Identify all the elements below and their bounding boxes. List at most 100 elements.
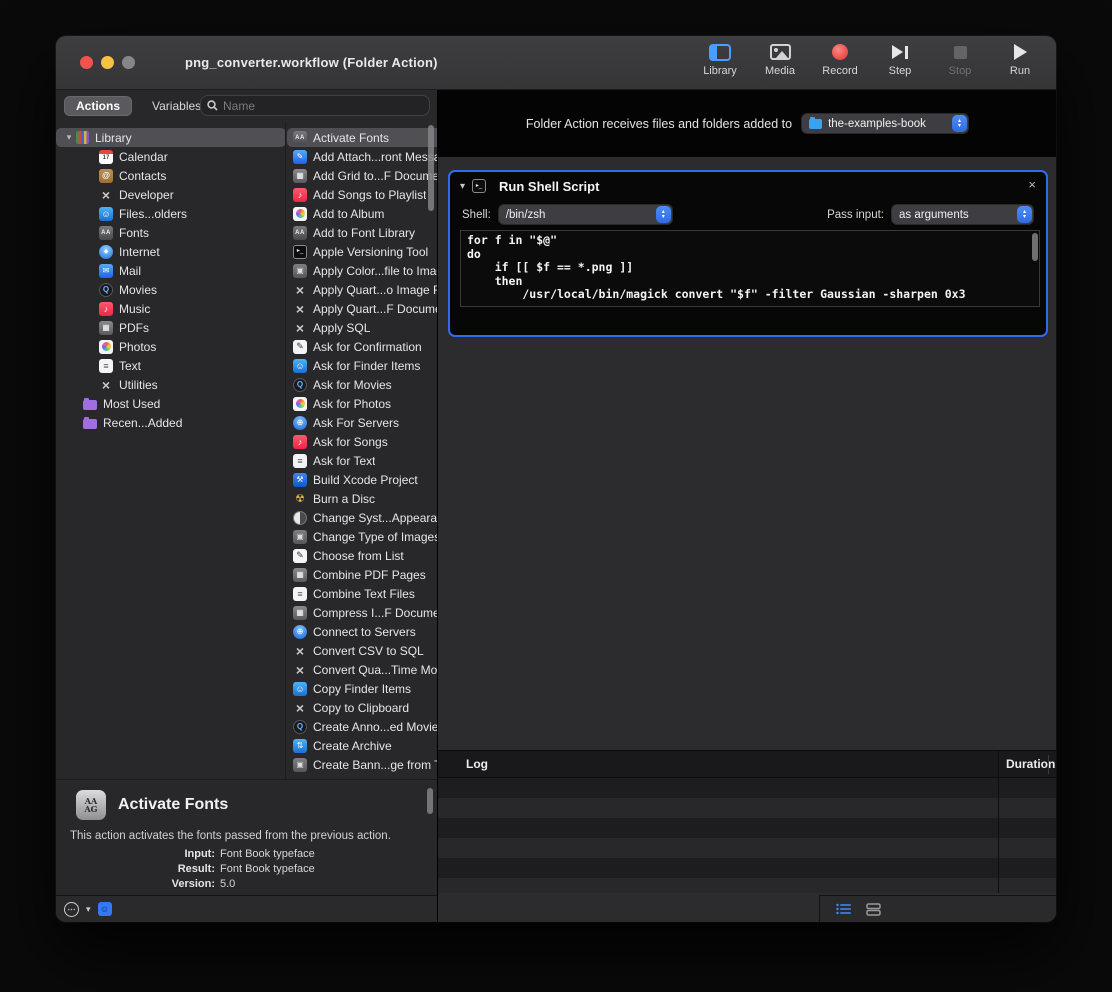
action-list-item[interactable]: Add Songs to Playlist	[287, 185, 437, 204]
action-menu-icon[interactable]: ⋯	[64, 902, 79, 917]
media-button[interactable]: Media	[758, 42, 802, 77]
run-shell-script-action[interactable]: ▾ Run Shell Script × Shell: /bin/zsh ▴▾ …	[448, 170, 1048, 337]
sidebar-item[interactable]: Mail	[56, 261, 286, 280]
log-row	[438, 878, 1056, 893]
code-scrollbar[interactable]	[1032, 233, 1038, 261]
search-field[interactable]	[200, 95, 430, 116]
contacts-icon	[99, 169, 113, 183]
sidebar-item[interactable]: PDFs	[56, 318, 286, 337]
action-list-item[interactable]: Add to Font Library	[287, 223, 437, 242]
description-scrollbar[interactable]	[427, 788, 433, 814]
action-list-item[interactable]: Ask for Songs	[287, 432, 437, 451]
search-icon	[207, 100, 218, 111]
action-list-item[interactable]: Activate Fonts	[287, 128, 437, 147]
media-browser-icon[interactable]: ☺	[98, 902, 112, 916]
action-list-item[interactable]: Ask for Photos	[287, 394, 437, 413]
column-divider	[1048, 755, 1049, 774]
action-list-item[interactable]: Connect to Servers	[287, 622, 437, 641]
pass-input-label: Pass input:	[827, 209, 884, 221]
log-list-view-icon[interactable]	[836, 903, 852, 915]
action-list-item[interactable]: Apply Quart...F Documents	[287, 299, 437, 318]
sidebar-item[interactable]: Developer	[56, 185, 286, 204]
photos-icon	[99, 340, 113, 354]
text-icon	[293, 454, 307, 468]
calendar-icon	[99, 150, 113, 164]
chevron-down-icon[interactable]: ▾	[62, 132, 76, 143]
shell-popup[interactable]: /bin/zsh ▴▾	[498, 204, 673, 225]
log-column-header[interactable]: Log	[466, 757, 488, 771]
sidebar-item[interactable]: Files...olders	[56, 204, 286, 223]
action-list-item[interactable]: Add Grid to...F Documents	[287, 166, 437, 185]
utilities-icon	[293, 663, 307, 677]
action-list-item[interactable]: Change Syst...Appearance	[287, 508, 437, 527]
record-button[interactable]: Record	[818, 42, 862, 77]
action-list-item[interactable]: Compress I...F Documents	[287, 603, 437, 622]
archive-icon	[293, 739, 307, 753]
sidebar-item[interactable]: Utilities	[56, 375, 286, 394]
sidebar-item[interactable]: Music	[56, 299, 286, 318]
actions-scrollbar[interactable]	[428, 125, 434, 211]
pass-input-popup[interactable]: as arguments ▴▾	[891, 204, 1034, 225]
folder-select-popup[interactable]: the-examples-book ▴▾	[801, 113, 969, 134]
sidebar-item[interactable]: Movies	[56, 280, 286, 299]
shell-script-editor[interactable]: for f in "$@" do if [[ $f == *.png ]] th…	[460, 230, 1040, 307]
action-list-item[interactable]: Copy Finder Items	[287, 679, 437, 698]
minimize-window-button[interactable]	[101, 56, 114, 69]
action-list-item[interactable]: Create Anno...ed Movie File	[287, 717, 437, 736]
folder-action-label: Folder Action receives files and folders…	[526, 117, 792, 131]
action-list-item[interactable]: Create Archive	[287, 736, 437, 755]
sidebar-item[interactable]: Recen...Added	[56, 413, 286, 432]
action-list-item[interactable]: Apply SQL	[287, 318, 437, 337]
action-list-item[interactable]: Choose from List	[287, 546, 437, 565]
sidebar-item[interactable]: ▾ Library	[56, 128, 286, 147]
action-list-item[interactable]: Convert Qua...Time Movies	[287, 660, 437, 679]
sidebar-item[interactable]: Calendar	[56, 147, 286, 166]
sidebar-item[interactable]: Fonts	[56, 223, 286, 242]
log-panels-view-icon[interactable]	[866, 903, 882, 916]
log-rows	[438, 778, 1056, 893]
chevron-down-icon[interactable]: ▾	[86, 904, 91, 915]
sidebar-item[interactable]: Internet	[56, 242, 286, 261]
action-list-item[interactable]: Change Type of Images	[287, 527, 437, 546]
fontbook-icon	[293, 131, 307, 145]
action-list-item[interactable]: Ask for Text	[287, 451, 437, 470]
action-list-item[interactable]: Apply Quart...o Image Files	[287, 280, 437, 299]
xcode-icon	[293, 473, 307, 487]
action-list-item[interactable]: Ask For Servers	[287, 413, 437, 432]
action-list-item[interactable]: Ask for Finder Items	[287, 356, 437, 375]
zoom-window-button[interactable]	[122, 56, 135, 69]
action-list-item[interactable]: Create Bann...ge from Text	[287, 755, 437, 774]
step-button[interactable]: Step	[878, 42, 922, 77]
close-action-icon[interactable]: ×	[1028, 177, 1036, 192]
tab-actions[interactable]: Actions	[64, 96, 132, 116]
collapse-chevron-icon[interactable]: ▾	[460, 181, 465, 192]
run-button[interactable]: Run	[998, 42, 1042, 77]
action-list-item[interactable]: Apply Color...file to Images	[287, 261, 437, 280]
sidebar-item[interactable]: Text	[56, 356, 286, 375]
action-list-item[interactable]: Ask for Confirmation	[287, 337, 437, 356]
library-browser: ▾ Library Calendar Contacts	[56, 122, 437, 779]
action-list-item[interactable]: Apple Versioning Tool	[287, 242, 437, 261]
action-list-item[interactable]: Copy to Clipboard	[287, 698, 437, 717]
sidebar-item[interactable]: Contacts	[56, 166, 286, 185]
sidebar-item[interactable]: Most Used	[56, 394, 286, 413]
library-toolbar-icon	[709, 44, 731, 61]
action-description-text: This action activates the fonts passed f…	[70, 830, 423, 842]
search-input[interactable]	[223, 99, 423, 113]
sidebar-item[interactable]: Photos	[56, 337, 286, 356]
action-list-item[interactable]: Combine Text Files	[287, 584, 437, 603]
close-window-button[interactable]	[80, 56, 93, 69]
compose-icon	[293, 150, 307, 164]
action-list-item[interactable]: Burn a Disc	[287, 489, 437, 508]
text-icon	[293, 587, 307, 601]
quicktime-icon	[293, 378, 307, 392]
action-list-item[interactable]: Add to Album	[287, 204, 437, 223]
library-button[interactable]: Library	[698, 42, 742, 77]
action-list-item[interactable]: Build Xcode Project	[287, 470, 437, 489]
run-icon	[1014, 44, 1027, 60]
action-list-item[interactable]: Combine PDF Pages	[287, 565, 437, 584]
shell-script-code[interactable]: for f in "$@" do if [[ $f == *.png ]] th…	[461, 231, 1039, 305]
action-list-item[interactable]: Ask for Movies	[287, 375, 437, 394]
action-list-item[interactable]: Add Attach...ront Message	[287, 147, 437, 166]
action-list-item[interactable]: Convert CSV to SQL	[287, 641, 437, 660]
